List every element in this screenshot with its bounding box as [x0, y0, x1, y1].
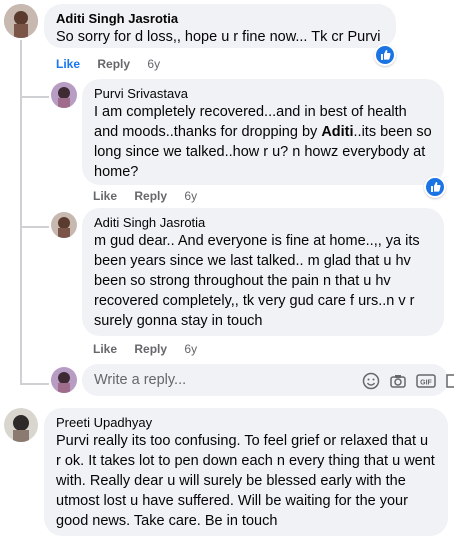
avatar[interactable]: [4, 408, 38, 442]
reply-button[interactable]: Reply: [97, 57, 130, 71]
reply-button[interactable]: Reply: [134, 342, 167, 356]
comment-actions: Like Reply 6y: [56, 57, 174, 71]
svg-text:GIF: GIF: [420, 380, 432, 387]
comment-author[interactable]: Aditi Singh Jasrotia: [56, 11, 384, 27]
comment-bubble: Aditi Singh Jasrotia So sorry for d loss…: [44, 4, 396, 48]
avatar-image: [51, 212, 77, 238]
comment-actions: Like Reply 6y: [93, 189, 211, 203]
comment-bubble: Aditi Singh Jasrotia m gud dear.. And ev…: [82, 208, 444, 336]
like-button[interactable]: Like: [56, 57, 80, 71]
comment-bubble: Preeti Upadhyay Purvi really its too con…: [44, 408, 448, 536]
comment-text: I am completely recovered...and in best …: [94, 104, 432, 180]
camera-icon[interactable]: [389, 372, 407, 395]
like-button[interactable]: Like: [93, 189, 117, 203]
gif-icon[interactable]: GIF: [416, 372, 436, 395]
like-reaction-icon[interactable]: [424, 176, 446, 198]
avatar[interactable]: [4, 4, 38, 38]
like-reaction-icon[interactable]: [374, 44, 396, 66]
reply-connector: [21, 226, 49, 228]
timestamp[interactable]: 6y: [184, 342, 197, 356]
comment-text: Purvi really its too confusing. To feel …: [56, 433, 435, 529]
emoji-icon[interactable]: [362, 372, 380, 395]
comment-author[interactable]: Preeti Upadhyay: [56, 415, 436, 431]
avatar[interactable]: [51, 212, 77, 238]
comment-text: So sorry for d loss,, hope u r fine now.…: [56, 29, 381, 45]
reply-connector: [21, 383, 49, 385]
thread-connector: [20, 40, 22, 385]
current-user-avatar[interactable]: [51, 367, 77, 393]
reply-button[interactable]: Reply: [134, 189, 167, 203]
sticker-icon[interactable]: [444, 372, 454, 395]
mention[interactable]: Aditi: [321, 124, 353, 140]
reply-connector: [21, 96, 49, 98]
avatar[interactable]: [51, 82, 77, 108]
comment-author[interactable]: Aditi Singh Jasrotia: [94, 215, 432, 231]
like-button[interactable]: Like: [93, 342, 117, 356]
avatar-image: [51, 367, 77, 393]
comment-actions: Like Reply 6y: [93, 342, 211, 356]
avatar-image: [4, 4, 38, 38]
avatar-image: [4, 408, 38, 442]
timestamp[interactable]: 6y: [184, 189, 197, 203]
comment-bubble: Purvi Srivastava I am completely recover…: [82, 79, 444, 185]
reply-input[interactable]: Write a reply... GIF: [82, 364, 454, 396]
timestamp[interactable]: 6y: [147, 57, 160, 71]
avatar-image: [51, 82, 77, 108]
comment-author[interactable]: Purvi Srivastava: [94, 86, 432, 102]
reply-placeholder: Write a reply...: [94, 372, 187, 388]
comment-text: m gud dear.. And everyone is fine at hom…: [94, 233, 420, 329]
